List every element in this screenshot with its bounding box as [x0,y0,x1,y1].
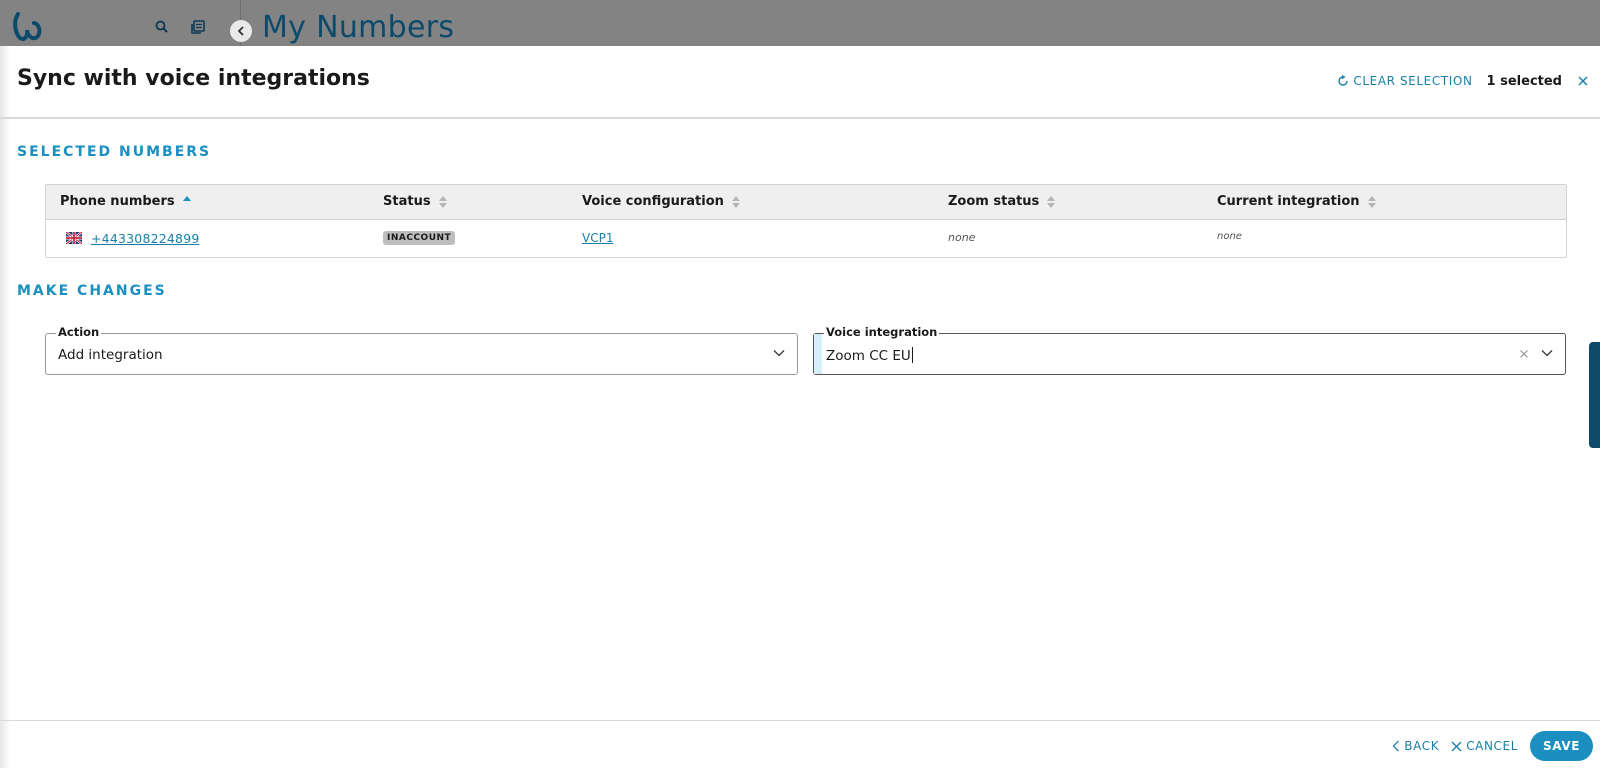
clear-selection-label: CLEAR SELECTION [1353,74,1473,88]
table-row: +443308224899 INACCOUNT VCP1 none none [46,220,1566,257]
save-button[interactable]: SAVE [1530,731,1593,761]
library-icon[interactable] [190,19,206,35]
action-value: Add integration [58,347,163,363]
cancel-button[interactable]: CANCEL [1451,739,1518,753]
uk-flag-icon [66,232,82,244]
sort-icon [1047,195,1056,208]
column-header-phone-numbers[interactable]: Phone numbers [60,194,191,209]
sort-icon [438,195,447,208]
selected-numbers-heading: SELECTED NUMBERS [17,144,212,160]
text-caret [911,347,913,363]
panel-left-shadow [0,46,10,768]
column-header-label: Phone numbers [60,194,175,209]
chevron-down-icon[interactable] [1541,349,1553,357]
input-focus-indicator [814,334,822,374]
action-select[interactable]: Action Add integration [45,325,798,375]
voice-integration-input-wrap: Zoom CC EU [826,347,913,364]
voice-integration-select[interactable]: Voice integration Zoom CC EU [813,325,1566,375]
phone-number-link[interactable]: +443308224899 [91,231,200,246]
search-icon[interactable] [154,19,170,35]
column-header-current-integration[interactable]: Current integration [1217,194,1376,209]
selected-numbers-table: Phone numbers Status Voice configuration… [45,184,1567,258]
column-header-label: Status [383,194,431,209]
sort-icon [731,195,740,208]
back-label: BACK [1404,739,1440,753]
clear-input-icon[interactable] [1519,349,1529,359]
feedback-side-tab[interactable] [1589,342,1600,448]
action-label: Action [56,325,102,339]
voice-integration-value[interactable]: Zoom CC EU [826,348,911,364]
chevron-left-icon [237,26,244,36]
app-top-bar: My Numbers [0,0,1600,46]
column-header-zoom-status[interactable]: Zoom status [948,194,1056,209]
sort-icon [1367,195,1376,208]
sort-ascending-icon [182,195,191,208]
column-header-label: Zoom status [948,194,1040,209]
panel-title: Sync with voice integrations [17,66,370,91]
app-logo-icon[interactable] [12,10,42,42]
column-header-label: Current integration [1217,194,1360,209]
current-integration-value: none [1217,231,1242,242]
chevron-left-icon [1392,740,1400,752]
table-header: Phone numbers Status Voice configuration… [46,185,1566,220]
footer-divider [0,720,1600,721]
chevron-down-icon [773,350,785,357]
cancel-label: CANCEL [1466,739,1518,753]
close-icon[interactable] [1576,74,1590,88]
make-changes-heading: MAKE CHANGES [17,283,167,299]
back-button[interactable]: BACK [1392,739,1439,753]
clear-selection-button[interactable]: CLEAR SELECTION [1337,74,1472,88]
collapse-sidebar-button[interactable] [230,20,252,42]
column-header-voice-configuration[interactable]: Voice configuration [582,194,740,209]
panel-header-actions: CLEAR SELECTION 1 selected [1337,72,1590,90]
background-page-title: My Numbers [262,10,455,45]
voice-configuration-link[interactable]: VCP1 [582,231,613,245]
close-icon [1451,741,1462,751]
zoom-status-value: none [948,231,976,244]
column-header-status[interactable]: Status [383,194,447,209]
footer-actions: BACK CANCEL SAVE [1392,731,1593,761]
column-header-label: Voice configuration [582,194,724,209]
header-divider [0,117,1600,119]
refresh-icon [1338,75,1349,86]
selected-count: 1 selected [1486,73,1562,89]
status-badge: INACCOUNT [383,231,456,245]
voice-integration-label: Voice integration [824,325,940,339]
